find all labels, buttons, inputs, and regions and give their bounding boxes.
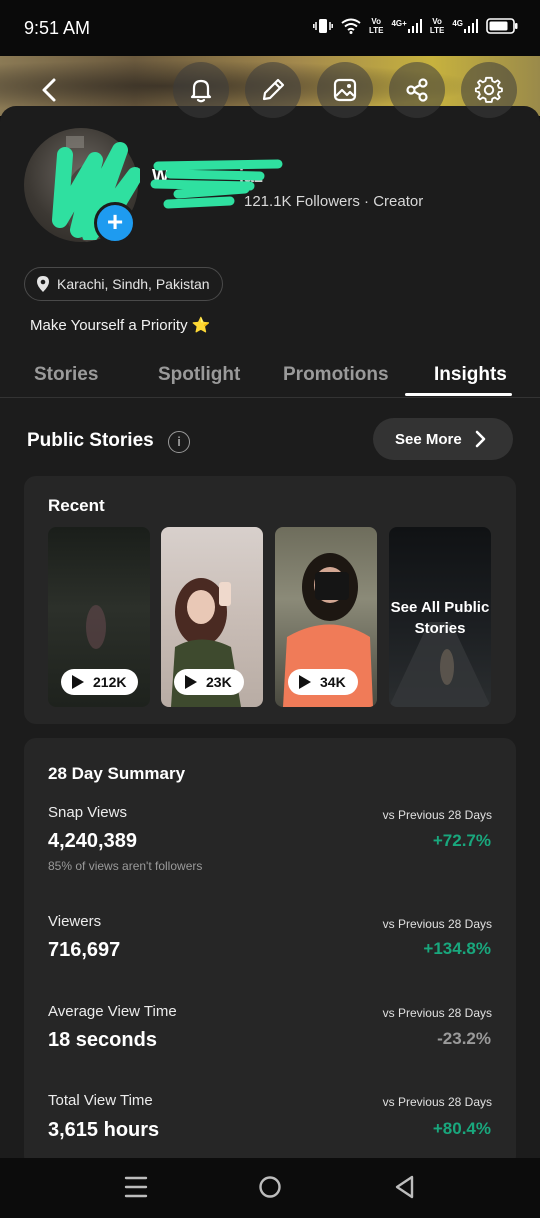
recent-label: Recent — [48, 496, 105, 515]
see-all-label: See All Public Stories — [390, 599, 490, 637]
story-thumbnail[interactable]: 212K — [48, 527, 150, 707]
metric-label: Average View Time — [48, 1003, 177, 1020]
view-count-pill: 212K — [61, 669, 139, 695]
status-bar: 9:51 AM Vo LTE 4G+ Vo LTE 4G — [0, 0, 540, 56]
play-icon — [72, 675, 84, 689]
metric-comparison-label: vs Previous 28 Days — [382, 808, 492, 822]
tab-insights[interactable]: Insights — [434, 364, 507, 386]
metric-label: Viewers — [48, 913, 102, 930]
network-vo-lte-2: Vo LTE — [429, 17, 445, 35]
edit-profile-button[interactable] — [245, 62, 301, 118]
signal-icon-2: 4G — [452, 19, 478, 33]
share-icon — [406, 78, 428, 102]
see-all-public-stories[interactable]: See All Public Stories — [389, 527, 491, 707]
image-icon — [333, 78, 357, 102]
see-more-label: See More — [395, 430, 462, 448]
view-count-pill: 34K — [288, 669, 358, 695]
metric-comparison-label: vs Previous 28 Days — [382, 1006, 492, 1020]
story-thumbnail[interactable]: 34K — [275, 527, 377, 707]
location-chip[interactable]: Karachi, Sindh, Pakistan — [24, 267, 223, 301]
status-time: 9:51 AM — [24, 18, 91, 38]
recent-stories-card: Recent 212K 23K 34K See All Public Stori… — [24, 476, 516, 724]
add-story-button[interactable]: + — [94, 202, 136, 244]
network-vo-lte-1: Vo LTE — [368, 17, 384, 35]
scribble-redaction-name — [150, 159, 283, 209]
back-button[interactable] — [22, 62, 78, 118]
system-nav-bar — [0, 1158, 540, 1218]
play-icon — [299, 675, 311, 689]
metric-value: 4,240,389 — [48, 830, 137, 852]
edit-cover-button[interactable] — [317, 62, 373, 118]
plus-icon: + — [106, 206, 124, 237]
chevron-left-icon — [42, 78, 56, 102]
location-pin-icon — [37, 276, 49, 292]
home-circle-icon[interactable] — [257, 1174, 283, 1200]
signal-icon-1: 4G+ — [391, 19, 422, 33]
see-more-button[interactable]: See More — [373, 418, 513, 460]
tab-stories[interactable]: Stories — [34, 364, 98, 386]
vibrate-icon — [313, 19, 333, 33]
metric-comparison-label: vs Previous 28 Days — [382, 917, 492, 931]
summary-card: 28 Day Summary Snap Views 4,240,389 85% … — [24, 738, 516, 1168]
metric-comparison-label: vs Previous 28 Days — [382, 1095, 492, 1109]
view-count-pill: 23K — [174, 669, 244, 695]
chevron-right-icon — [475, 430, 486, 448]
info-icon[interactable]: i — [168, 431, 190, 453]
metric-note: 85% of views aren't followers — [48, 859, 203, 873]
tab-spotlight[interactable]: Spotlight — [158, 364, 240, 386]
settings-button[interactable] — [461, 62, 517, 118]
bio-text: Make Yourself a Priority ⭐ — [30, 317, 211, 334]
location-text: Karachi, Sindh, Pakistan — [57, 276, 210, 292]
summary-title: 28 Day Summary — [48, 764, 186, 783]
story-thumbnail[interactable]: 23K — [161, 527, 263, 707]
metric-delta: +80.4% — [432, 1119, 491, 1138]
status-icons: Vo LTE 4G+ Vo LTE 4G — [313, 17, 518, 35]
play-icon — [185, 675, 197, 689]
battery-icon — [486, 18, 518, 34]
share-button[interactable] — [389, 62, 445, 118]
metric-delta: +134.8% — [423, 939, 491, 958]
metric-value: 3,615 hours — [48, 1119, 160, 1141]
gear-icon — [474, 76, 503, 103]
metric-value: 18 seconds — [48, 1029, 157, 1051]
metric-label: Snap Views — [48, 804, 127, 821]
tab-promotions[interactable]: Promotions — [283, 364, 389, 386]
profile-tabs: Stories Spotlight Promotions Insights — [0, 356, 540, 398]
public-stories-title: Public Stories — [27, 430, 154, 451]
recents-menu-icon[interactable] — [124, 1174, 148, 1200]
pencil-icon — [262, 78, 285, 101]
metric-delta: +72.7% — [432, 831, 491, 850]
metric-label: Total View Time — [48, 1092, 153, 1109]
active-tab-indicator — [405, 393, 512, 396]
wifi-icon — [341, 18, 361, 34]
notifications-button[interactable] — [173, 62, 229, 118]
bell-icon — [190, 79, 212, 103]
back-triangle-icon[interactable] — [393, 1174, 417, 1200]
metric-delta: -23.2% — [437, 1029, 491, 1048]
metric-value: 716,697 — [48, 939, 121, 961]
